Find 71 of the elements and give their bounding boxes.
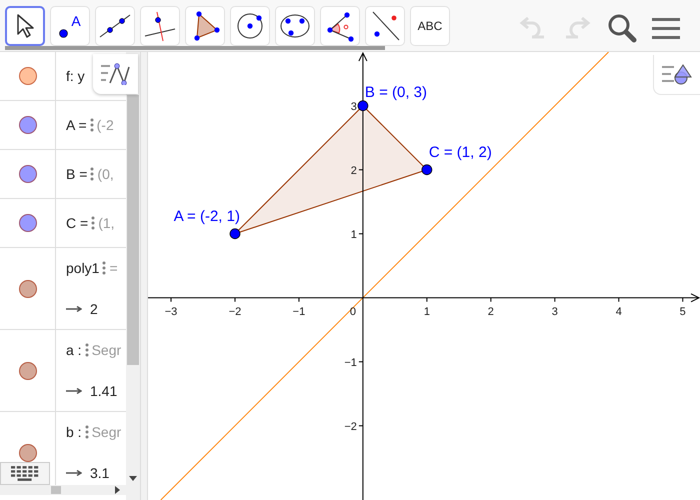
keyboard-icon: [11, 466, 39, 481]
visibility-toggle[interactable]: [18, 280, 36, 298]
tick-label: 1: [424, 306, 430, 318]
drag-handle-icon[interactable]: [84, 343, 89, 358]
definition-text: (-2: [96, 117, 114, 133]
polygon-tool-button[interactable]: [185, 6, 225, 46]
tick-label: −2: [344, 420, 357, 433]
circle-tool-button[interactable]: [230, 6, 270, 46]
style-bar-button[interactable]: [93, 54, 138, 94]
visibility-toggle[interactable]: [18, 116, 36, 134]
result-value: 2: [90, 300, 98, 317]
shapes-icon: [662, 62, 692, 86]
perpendicular-tool-button[interactable]: [140, 6, 180, 46]
reflect-tool-button[interactable]: [365, 6, 405, 46]
drag-handle-icon[interactable]: [91, 216, 96, 230]
drag-handle-icon[interactable]: [102, 261, 106, 276]
scrollbar-thumb[interactable]: [127, 95, 139, 365]
arrow-icon: [66, 388, 82, 394]
point-name: A: [71, 14, 81, 28]
object-name: f: y: [66, 68, 85, 84]
angle-tool-button[interactable]: [320, 6, 360, 46]
definition-text: (0,: [97, 166, 114, 182]
tick-label: −1: [292, 306, 306, 318]
tick-label: −2: [228, 306, 242, 318]
object-name: A =: [66, 117, 87, 133]
style-bar-button[interactable]: [653, 55, 700, 95]
definition-text: (1,: [98, 215, 115, 231]
point-label: C = (1, 2): [428, 144, 492, 161]
visibility-toggle[interactable]: [18, 362, 36, 380]
scroll-right-icon[interactable]: [115, 486, 120, 494]
point-tool-button[interactable]: A: [50, 6, 90, 46]
drag-handle-icon[interactable]: [90, 167, 94, 181]
object-name: B =: [66, 166, 88, 182]
search-icon[interactable]: [606, 12, 638, 44]
menu-icon[interactable]: [652, 16, 680, 40]
definition-text: Segr: [92, 424, 122, 440]
visibility-toggle[interactable]: [18, 444, 36, 462]
tick-label: −1: [344, 356, 357, 369]
definition-text: =: [109, 260, 118, 276]
tick-label: 4: [616, 306, 622, 318]
move-tool-button[interactable]: [5, 6, 45, 46]
point-label: A = (-2, 1): [174, 208, 240, 225]
object-name: C =: [66, 215, 88, 231]
line-tool-button[interactable]: [95, 6, 135, 46]
object-name: poly1: [66, 260, 100, 276]
graph-icon: [100, 63, 130, 85]
arrow-icon: [66, 470, 82, 476]
tick-label: 5: [680, 306, 686, 318]
result-value: 3.1: [90, 464, 110, 481]
arrow-icon: [66, 306, 82, 312]
scrollbar-thumb[interactable]: [5, 46, 385, 50]
object-name: a :: [66, 342, 82, 358]
drag-handle-icon[interactable]: [84, 425, 89, 440]
keyboard-button[interactable]: [0, 462, 50, 485]
object-name: b :: [66, 424, 82, 440]
tick-label: −3: [164, 306, 178, 318]
conic-tool-button[interactable]: [275, 6, 315, 46]
origin-label: 0: [350, 306, 356, 318]
scrollbar-thumb[interactable]: [51, 486, 61, 494]
visibility-toggle[interactable]: [18, 165, 36, 183]
point-label: B = (0, 3): [364, 84, 428, 101]
tick-label: 3: [552, 306, 558, 318]
visibility-toggle[interactable]: [18, 67, 36, 85]
text-tool-button[interactable]: ABC: [410, 6, 450, 46]
visibility-toggle[interactable]: [18, 214, 36, 232]
scroll-down-icon[interactable]: [129, 476, 137, 481]
result-value: 1.41: [90, 382, 118, 399]
point-icon: [59, 29, 68, 38]
definition-text: Segr: [92, 342, 122, 358]
tick-label: 2: [488, 306, 494, 318]
drag-handle-icon[interactable]: [90, 118, 94, 132]
